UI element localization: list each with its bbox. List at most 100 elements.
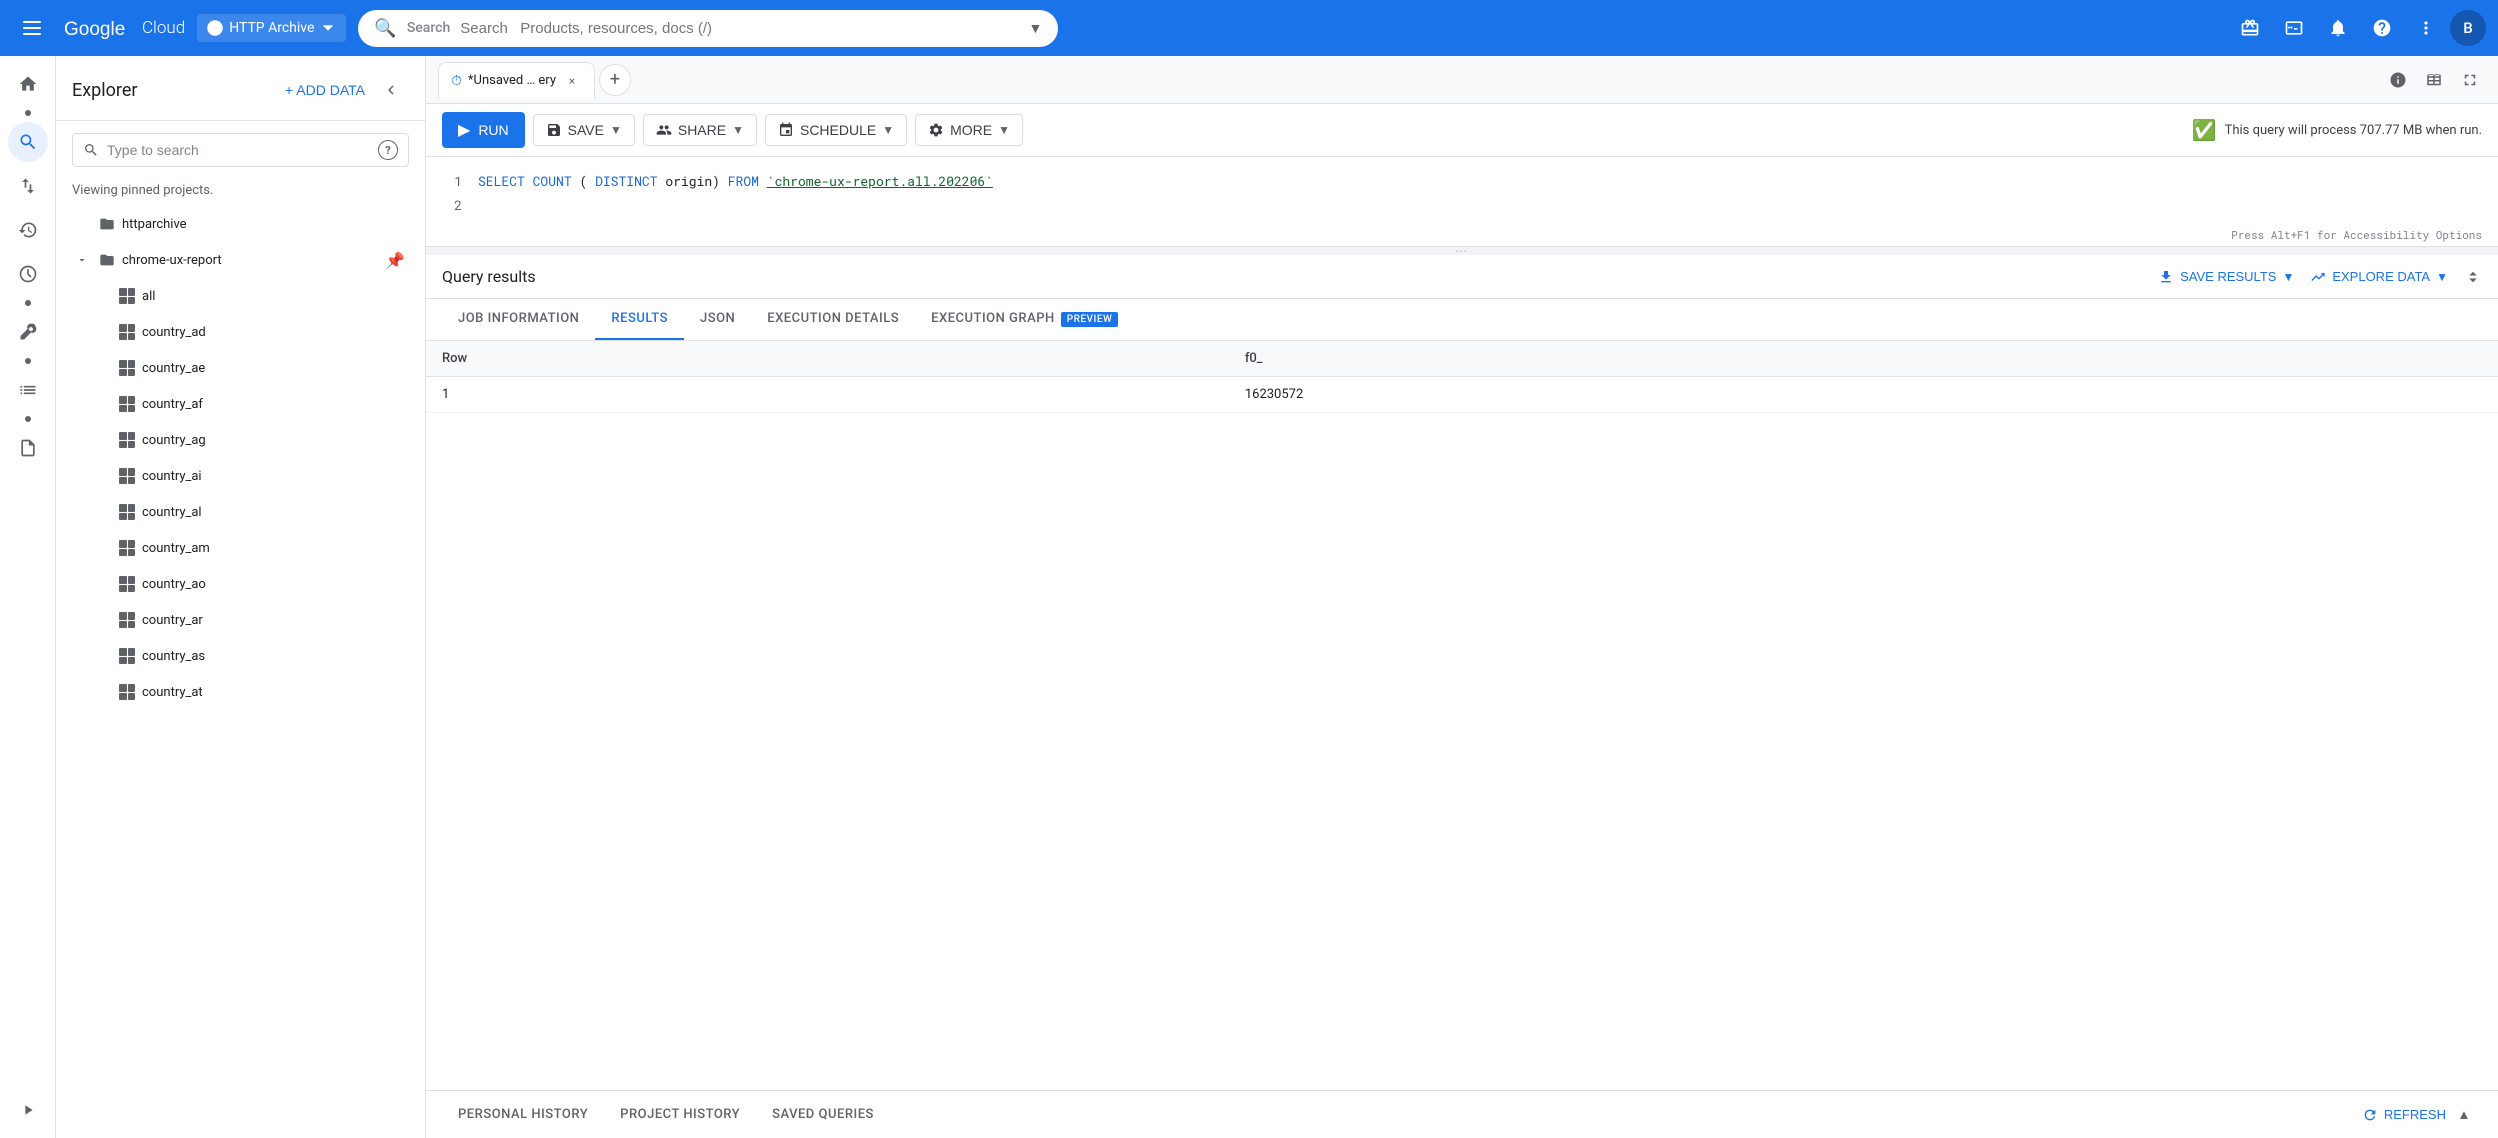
result-tab-execution-details[interactable]: EXECUTION DETAILS <box>751 299 915 340</box>
explore-data-button[interactable]: EXPLORE DATA ▼ <box>2310 269 2448 285</box>
result-tab-execution-graph[interactable]: EXECUTION GRAPHPREVIEW <box>915 299 1134 340</box>
notifications-icon[interactable] <box>2318 8 2358 48</box>
more-options-icon[interactable] <box>2406 8 2446 48</box>
result-tab-json[interactable]: JSON <box>684 299 751 340</box>
tree-label-country_am: country_am <box>142 541 409 556</box>
rail-dot-3 <box>25 358 31 364</box>
share-button[interactable]: SHARE ▼ <box>643 114 757 146</box>
line-num-2: 2 <box>442 193 462 217</box>
explorer-search-input[interactable] <box>107 142 370 158</box>
result-tab-job-information[interactable]: JOB INFORMATION <box>442 299 595 340</box>
refresh-label: REFRESH <box>2384 1107 2446 1122</box>
tree-item-country_am[interactable]: country_am⋮ <box>76 530 425 566</box>
history-tab-saved-queries[interactable]: SAVED QUERIES <box>756 1091 890 1138</box>
cloud-shell-icon[interactable] <box>2274 8 2314 48</box>
check-circle-icon: ✅ <box>2192 118 2217 142</box>
code-editor[interactable]: 1 SELECT COUNT ( DISTINCT origin) FROM `… <box>426 157 2498 247</box>
tree-dataset-icon <box>118 683 136 701</box>
tab-table-button[interactable] <box>2418 64 2450 96</box>
query-tab-icon: ⏱ <box>451 73 462 89</box>
rail-expand-panel[interactable] <box>8 1090 48 1130</box>
tree-item-country_ar[interactable]: country_ar⋮ <box>76 602 425 638</box>
tab-info-button[interactable] <box>2382 64 2414 96</box>
tree-label-country_ar: country_ar <box>142 613 409 628</box>
tree-pin-icon[interactable]: 📌 <box>385 251 405 270</box>
save-label: SAVE <box>568 122 604 138</box>
tree-expand-chrome-ux-report <box>72 250 92 270</box>
save-button[interactable]: SAVE ▼ <box>533 114 635 146</box>
global-search-bar[interactable]: 🔍 Search ▼ <box>358 10 1058 47</box>
tree-item-country_al[interactable]: country_al⋮ <box>76 494 425 530</box>
query-tab-label: *Unsaved … ery <box>468 73 556 88</box>
explorer-search-row: ? <box>56 121 425 179</box>
run-button[interactable]: ▶ RUN <box>442 112 525 148</box>
tree-expand-country_at <box>92 682 112 702</box>
save-results-button[interactable]: SAVE RESULTS ▼ <box>2158 269 2294 285</box>
expand-results-button[interactable] <box>2464 268 2482 286</box>
save-results-label: SAVE RESULTS <box>2180 269 2276 284</box>
rail-search-icon[interactable] <box>8 122 48 162</box>
global-search-input[interactable] <box>460 20 1018 37</box>
tree-item-httparchive[interactable]: httparchive⋮ <box>56 206 425 242</box>
tree-expand-country_ad <box>92 322 112 342</box>
tree-dataset-icon <box>118 611 136 629</box>
help-icon[interactable] <box>2362 8 2402 48</box>
tree-expand-country_ar <box>92 610 112 630</box>
tree-item-chrome-ux-report[interactable]: chrome-ux-report📌⋮ <box>56 242 425 278</box>
rail-home-icon[interactable] <box>8 64 48 104</box>
tab-fullscreen-button[interactable] <box>2454 64 2486 96</box>
query-tabs-bar: ⏱ *Unsaved … ery × + <box>426 56 2498 104</box>
tree-item-country_as[interactable]: country_as⋮ <box>76 638 425 674</box>
code-content-1[interactable]: SELECT COUNT ( DISTINCT origin) FROM `ch… <box>478 169 993 193</box>
hamburger-menu[interactable] <box>12 8 52 48</box>
tree-item-country_ae[interactable]: country_ae⋮ <box>76 350 425 386</box>
query-tab-unsaved[interactable]: ⏱ *Unsaved … ery × <box>438 62 595 99</box>
results-table: Rowf0_116230572 <box>426 341 2498 413</box>
code-content-2 <box>478 193 486 217</box>
results-table-wrap[interactable]: Rowf0_116230572 <box>426 341 2498 1090</box>
tree-item-country_ag[interactable]: country_ag⋮ <box>76 422 425 458</box>
collapse-history-button[interactable]: ▲ <box>2446 1097 2482 1133</box>
rail-chart-icon[interactable] <box>8 370 48 410</box>
tree-item-country_ad[interactable]: country_ad⋮ <box>76 314 425 350</box>
history-tab-personal-history[interactable]: PERSONAL HISTORY <box>442 1091 604 1138</box>
search-help-icon[interactable]: ? <box>378 140 398 160</box>
more-label: MORE <box>950 122 992 138</box>
collapse-explorer-button[interactable] <box>373 72 409 108</box>
avatar[interactable]: B <box>2450 10 2486 46</box>
left-rail <box>0 56 56 1138</box>
rail-docs-icon[interactable] <box>8 428 48 468</box>
schedule-button[interactable]: SCHEDULE ▼ <box>765 114 907 146</box>
new-tab-button[interactable]: + <box>599 64 631 96</box>
tree-item-country_af[interactable]: country_af⋮ <box>76 386 425 422</box>
tree-item-country_at[interactable]: country_at⋮ <box>76 674 425 710</box>
tree-dataset-icon <box>118 287 136 305</box>
project-selector[interactable]: HTTP Archive <box>197 14 346 42</box>
result-tab-results[interactable]: RESULTS <box>595 299 684 340</box>
rail-scheduled-icon[interactable] <box>8 254 48 294</box>
tree-item-country_ao[interactable]: country_ao⋮ <box>76 566 425 602</box>
table-reference[interactable]: `chrome-ux-report.all.202206` <box>767 172 993 190</box>
code-line-1: 1 SELECT COUNT ( DISTINCT origin) FROM `… <box>442 169 2482 193</box>
tree-item-country_ai[interactable]: country_ai⋮ <box>76 458 425 494</box>
play-icon: ▶ <box>458 120 470 140</box>
add-data-button[interactable]: + ADD DATA <box>277 76 373 104</box>
history-tab-project-history[interactable]: PROJECT HISTORY <box>604 1091 756 1138</box>
rail-history-icon[interactable] <box>8 210 48 250</box>
save-results-chevron: ▼ <box>2282 270 2294 284</box>
tree-dataset-icon <box>118 431 136 449</box>
gift-icon[interactable] <box>2230 8 2270 48</box>
rail-wrench-icon[interactable] <box>8 312 48 352</box>
top-nav: Google Cloud HTTP Archive 🔍 Search ▼ <box>0 0 2498 56</box>
more-button[interactable]: MORE ▼ <box>915 114 1023 146</box>
resize-handle[interactable]: ⋯ <box>426 247 2498 255</box>
search-expand-icon[interactable]: ▼ <box>1029 20 1043 37</box>
share-icon <box>656 122 672 138</box>
refresh-button[interactable]: REFRESH <box>2362 1107 2446 1123</box>
results-title: Query results <box>442 267 536 286</box>
tree-item-all[interactable]: all⋮ <box>76 278 425 314</box>
rail-transfer-icon[interactable] <box>8 166 48 206</box>
tree-label-country_ai: country_ai <box>142 469 409 484</box>
tree-label-country_ag: country_ag <box>142 433 409 448</box>
query-tab-close[interactable]: × <box>562 71 582 91</box>
